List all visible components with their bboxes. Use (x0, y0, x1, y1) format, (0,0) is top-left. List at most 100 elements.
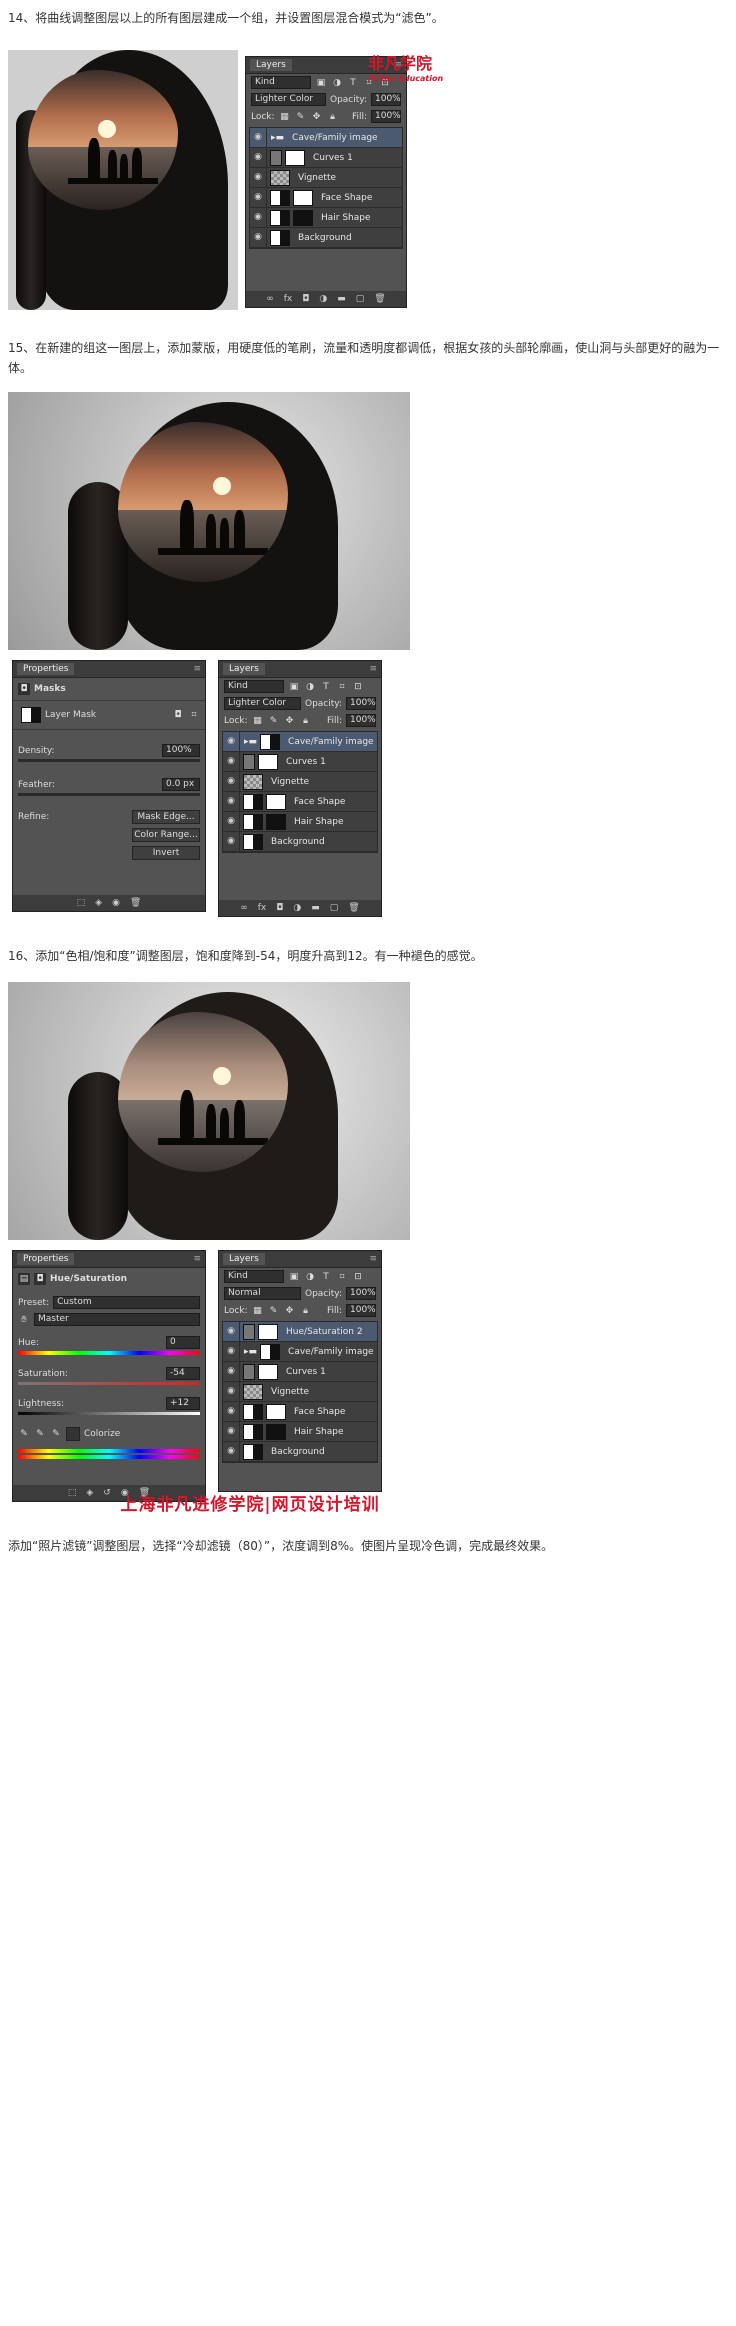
trash-icon[interactable]: 🗑︎ (130, 898, 141, 908)
opacity-input[interactable]: 100% (346, 697, 376, 710)
fill-input[interactable]: 100% (346, 714, 376, 727)
layer-row[interactable]: ◉ Hue/Saturation 2 (223, 1322, 377, 1342)
adjustment-icon[interactable]: ◑ (319, 294, 327, 304)
layers-tab[interactable]: Layers (250, 59, 292, 71)
opacity-input[interactable]: 100% (346, 1287, 376, 1300)
lock-move-icon[interactable]: ✥ (311, 111, 323, 123)
layer-row[interactable]: ◉ Face Shape (250, 188, 402, 208)
fill-input[interactable]: 100% (371, 110, 401, 123)
layers-tab[interactable]: Layers (223, 1253, 265, 1265)
hand-icon[interactable]: ✋︎ (18, 1314, 30, 1326)
new-layer-icon[interactable]: ▢ (330, 903, 339, 913)
filter-pixel-icon[interactable]: ▣ (288, 1271, 300, 1283)
layer-row[interactable]: ◉ Vignette (250, 168, 402, 188)
layer-row[interactable]: ◉ Background (250, 228, 402, 248)
filter-smart-icon[interactable]: ⊡ (352, 681, 364, 693)
layer-row[interactable]: ◉ Hair Shape (223, 812, 377, 832)
eye-icon[interactable]: ◉ (223, 1382, 240, 1401)
filter-smart-icon[interactable]: ⊡ (352, 1271, 364, 1283)
hue-slider[interactable] (18, 1351, 200, 1355)
lock-brush-icon[interactable]: ✎ (268, 1305, 280, 1317)
eye-icon[interactable]: ◉ (223, 812, 240, 831)
mask-icon[interactable]: ◘ (276, 903, 283, 913)
clip-icon[interactable]: ⬚ (68, 1488, 77, 1498)
lock-brush-icon[interactable]: ✎ (268, 715, 280, 727)
pixel-mask-icon[interactable]: ◘ (172, 709, 184, 721)
eye-icon[interactable]: ◉ (250, 128, 267, 147)
layer-row[interactable]: ◉ ▸▬ Cave/Family image (250, 128, 402, 148)
filter-adjust-icon[interactable]: ◑ (304, 681, 316, 693)
layer-row[interactable]: ◉ Curves 1 (223, 1362, 377, 1382)
color-range-button[interactable]: Color Range... (132, 828, 200, 842)
kind-filter-select[interactable]: Kind (224, 1270, 284, 1283)
panel-menu-icon[interactable]: ≡ (369, 664, 377, 674)
apply-icon[interactable]: ◈ (95, 898, 102, 908)
fill-input[interactable]: 100% (346, 1304, 376, 1317)
layer-row[interactable]: ◉ Background (223, 1442, 377, 1462)
blend-mode-select[interactable]: Lighter Color (224, 697, 301, 710)
lock-pixels-icon[interactable]: ▦ (252, 1305, 264, 1317)
layer-row[interactable]: ◉ Curves 1 (250, 148, 402, 168)
new-layer-icon[interactable]: ▢ (356, 294, 365, 304)
mask-edge-button[interactable]: Mask Edge... (132, 810, 200, 824)
lightness-input[interactable]: +12 (166, 1397, 200, 1410)
filter-shape-icon[interactable]: ⌗ (336, 681, 348, 693)
properties-tab[interactable]: Properties (17, 1253, 75, 1265)
mask-icon[interactable]: ◘ (302, 294, 309, 304)
lightness-slider[interactable] (18, 1412, 200, 1415)
eyedropper-plus-icon[interactable]: ✎ (34, 1428, 46, 1440)
panel-menu-icon[interactable]: ≡ (369, 1254, 377, 1264)
properties-tab[interactable]: Properties (17, 663, 75, 675)
eye-icon[interactable]: ◉ (223, 1342, 240, 1361)
kind-filter-select[interactable]: Kind (251, 76, 311, 89)
layer-row[interactable]: ◉ Hair Shape (223, 1422, 377, 1442)
filter-pixel-icon[interactable]: ▣ (288, 681, 300, 693)
colorize-checkbox[interactable] (66, 1427, 80, 1441)
link-icon[interactable]: ∞ (240, 903, 248, 913)
eyedropper-icon[interactable]: ✎ (18, 1428, 30, 1440)
blend-mode-select[interactable]: Lighter Color (251, 93, 326, 106)
eye-icon[interactable]: ◉ (250, 228, 267, 247)
panel-menu-icon[interactable]: ≡ (193, 1254, 201, 1264)
eye-icon[interactable]: ◉ (250, 148, 267, 167)
saturation-slider[interactable] (18, 1382, 200, 1385)
adjustment-icon[interactable]: ◑ (293, 903, 301, 913)
layer-row[interactable]: ◉ ▸▬ Cave/Family image (223, 1342, 377, 1362)
filter-type-icon[interactable]: T (320, 681, 332, 693)
eye-icon[interactable]: ◉ (223, 792, 240, 811)
filter-adjust-icon[interactable]: ◑ (304, 1271, 316, 1283)
view-previous-icon[interactable]: ◈ (86, 1488, 93, 1498)
feather-slider[interactable] (18, 793, 200, 796)
eye-icon[interactable]: ◉ (223, 752, 240, 771)
kind-filter-select[interactable]: Kind (224, 680, 284, 693)
lock-all-icon[interactable]: 🔒︎ (300, 1305, 312, 1317)
layers-tab[interactable]: Layers (223, 663, 265, 675)
layer-row[interactable]: ◉ Vignette (223, 772, 377, 792)
filter-pixel-icon[interactable]: ▣ (315, 77, 327, 89)
filter-shape-icon[interactable]: ⌗ (336, 1271, 348, 1283)
selection-icon[interactable]: ⬚ (77, 898, 86, 908)
eye-icon[interactable]: ◉ (223, 1362, 240, 1381)
fx-icon[interactable]: fx (284, 294, 293, 304)
lock-pixels-icon[interactable]: ▦ (279, 111, 291, 123)
filter-adjust-icon[interactable]: ◑ (331, 77, 343, 89)
eye-icon[interactable]: ◉ (223, 1442, 240, 1461)
filter-type-icon[interactable]: T (347, 77, 359, 89)
channel-select[interactable]: Master (34, 1313, 200, 1326)
invert-button[interactable]: Invert (132, 846, 200, 860)
eye-icon[interactable]: ◉ (223, 1402, 240, 1421)
eye-icon[interactable]: ◉ (223, 1422, 240, 1441)
lock-brush-icon[interactable]: ✎ (295, 111, 307, 123)
folder-icon[interactable]: ▬ (337, 294, 346, 304)
density-input[interactable]: 100% (162, 744, 200, 757)
opacity-input[interactable]: 100% (371, 93, 401, 106)
vector-mask-icon[interactable]: ⌗ (188, 709, 200, 721)
trash-icon[interactable]: 🗑︎ (348, 903, 359, 913)
lock-move-icon[interactable]: ✥ (284, 715, 296, 727)
hue-input[interactable]: 0 (166, 1336, 200, 1349)
lock-all-icon[interactable]: 🔒︎ (327, 111, 339, 123)
eyedropper-minus-icon[interactable]: ✎ (50, 1428, 62, 1440)
blend-mode-select[interactable]: Normal (224, 1287, 301, 1300)
layer-row[interactable]: ◉ Hair Shape (250, 208, 402, 228)
preset-select[interactable]: Custom (53, 1296, 200, 1309)
